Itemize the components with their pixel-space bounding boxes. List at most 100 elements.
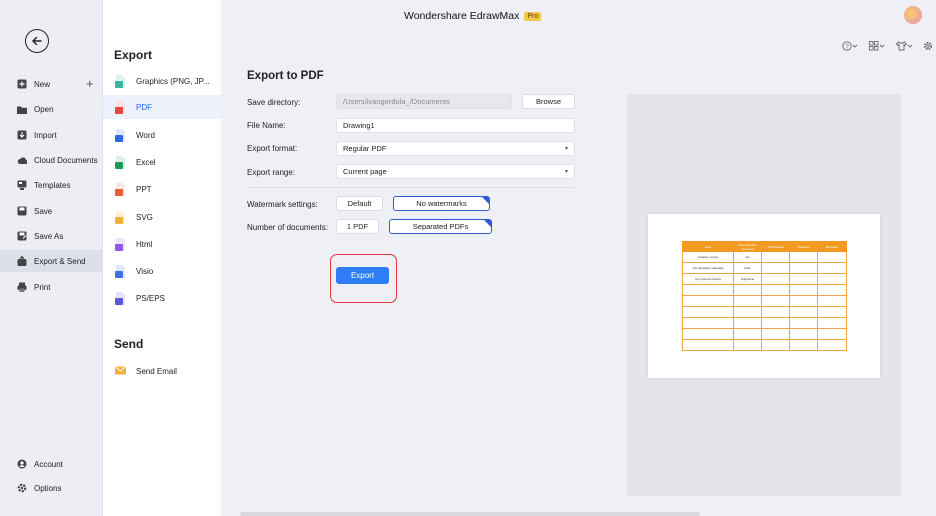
preview-table: Task Team Member Assigned Task Started Dead… bbox=[682, 241, 847, 351]
table-cell bbox=[682, 306, 734, 318]
sidebar-item-label: New bbox=[34, 79, 51, 89]
sidebar-item-options[interactable]: Options bbox=[0, 477, 103, 499]
export-icon bbox=[17, 256, 27, 266]
sidebar-item-cloud-documents[interactable]: Cloud Documents bbox=[0, 149, 103, 171]
gear-icon bbox=[17, 483, 27, 493]
format-item-send-email[interactable]: Send Email bbox=[103, 359, 221, 383]
format-label: Html bbox=[136, 239, 153, 249]
sidebar-item-save-as[interactable]: Save As bbox=[0, 225, 103, 247]
table-cell bbox=[733, 306, 762, 318]
page-title: Export to PDF bbox=[247, 70, 324, 82]
table-row bbox=[682, 317, 847, 329]
table-header-cell: Deadline bbox=[789, 241, 818, 252]
format-item-svg[interactable]: SVG bbox=[103, 205, 221, 229]
format-item-visio[interactable]: Visio bbox=[103, 259, 221, 283]
no-watermarks-label: No watermarks bbox=[416, 199, 467, 208]
export-button[interactable]: Export bbox=[336, 267, 389, 284]
sidebar-item-export-send[interactable]: Export & Send bbox=[0, 250, 103, 272]
browse-button[interactable]: Browse bbox=[522, 94, 575, 109]
export-format-select[interactable]: Regular PDF ▾ bbox=[336, 141, 575, 156]
save-directory-value: /Users/ivangordola_/Documents bbox=[343, 97, 450, 106]
file-name-input[interactable]: Drawing1 bbox=[336, 118, 575, 133]
shirt-icon[interactable] bbox=[895, 41, 913, 54]
table-header-cell: Task Started bbox=[761, 241, 790, 252]
sidebar-item-label: Cloud Documents bbox=[34, 155, 98, 165]
back-button[interactable] bbox=[25, 29, 49, 53]
sidebar-item-save[interactable]: Save bbox=[0, 200, 103, 222]
table-cell bbox=[761, 262, 790, 274]
table-row bbox=[682, 284, 847, 296]
chevron-down-icon: ▾ bbox=[564, 169, 568, 175]
table-cell bbox=[817, 284, 847, 296]
separated-pdfs-label: Separated PDFs bbox=[412, 222, 469, 231]
table-row: Creative survey Jon bbox=[682, 251, 847, 263]
table-cell bbox=[817, 273, 847, 285]
sidebar-item-new[interactable]: New bbox=[0, 73, 103, 95]
sidebar-item-templates[interactable]: Templates bbox=[0, 174, 103, 196]
export-format-label: Export format: bbox=[247, 144, 298, 153]
sidebar-item-label: Save bbox=[34, 206, 53, 216]
table-cell: On-ground projects bbox=[682, 273, 734, 285]
table-header-cell: Task bbox=[682, 241, 734, 252]
table-cell bbox=[789, 295, 818, 307]
save-directory-field: /Users/ivangordola_/Documents bbox=[336, 94, 512, 109]
format-item-ps-eps[interactable]: PS/EPS bbox=[103, 286, 221, 310]
table-cell bbox=[817, 251, 847, 263]
templates-icon bbox=[17, 180, 27, 190]
sidebar-item-account[interactable]: Account bbox=[0, 453, 103, 475]
no-watermarks-option[interactable]: No watermarks bbox=[393, 196, 490, 211]
table-cell bbox=[789, 306, 818, 318]
format-label: PDF bbox=[136, 102, 152, 112]
table-cell bbox=[733, 295, 762, 307]
help-icon[interactable]: ? bbox=[842, 41, 858, 54]
format-item-html[interactable]: Html bbox=[103, 232, 221, 256]
table-cell bbox=[817, 262, 847, 274]
format-item-ppt[interactable]: PPT bbox=[103, 177, 221, 201]
new-icon bbox=[17, 79, 27, 89]
table-cell bbox=[789, 273, 818, 285]
table-cell bbox=[789, 317, 818, 329]
table-cell bbox=[789, 328, 818, 340]
table-cell bbox=[733, 339, 762, 351]
sidebar-item-print[interactable]: Print bbox=[0, 276, 103, 298]
top-toolbar: ? bbox=[842, 41, 933, 54]
table-cell bbox=[817, 328, 847, 340]
export-range-select[interactable]: Current page ▾ bbox=[336, 164, 575, 179]
settings-icon[interactable] bbox=[923, 41, 933, 54]
sidebar-item-label: Open bbox=[34, 104, 54, 114]
table-cell bbox=[817, 317, 847, 329]
format-item-excel[interactable]: Excel bbox=[103, 150, 221, 174]
table-cell bbox=[682, 295, 734, 307]
table-cell bbox=[682, 317, 734, 329]
sidebar-item-open[interactable]: Open bbox=[0, 98, 103, 120]
bottom-scrollbar[interactable] bbox=[240, 512, 700, 516]
watermark-label: Watermark settings: bbox=[247, 200, 318, 209]
avatar[interactable] bbox=[904, 6, 922, 24]
format-item-graphics[interactable]: Graphics (PNG, JP... bbox=[103, 69, 221, 93]
table-cell bbox=[817, 295, 847, 307]
sidebar-item-import[interactable]: Import bbox=[0, 124, 103, 146]
chevron-down-icon: ▾ bbox=[564, 146, 568, 152]
excel-file-icon bbox=[115, 155, 126, 169]
sidebar-item-label: Print bbox=[34, 282, 51, 292]
one-pdf-option[interactable]: 1 PDF bbox=[336, 219, 379, 234]
format-item-pdf[interactable]: PDF bbox=[103, 95, 221, 119]
sidebar: + New Open Import Cloud Documents Templa… bbox=[0, 0, 103, 516]
table-cell bbox=[789, 262, 818, 274]
file-name-value: Drawing1 bbox=[343, 121, 375, 130]
table-cell bbox=[761, 251, 790, 263]
export-range-value: Current page bbox=[343, 167, 387, 176]
sidebar-item-label: Templates bbox=[34, 180, 71, 190]
grid-icon[interactable] bbox=[869, 41, 885, 54]
print-icon bbox=[17, 282, 27, 292]
file-name-label: File Name: bbox=[247, 121, 286, 130]
separated-pdfs-option[interactable]: Separated PDFs bbox=[389, 219, 492, 234]
format-label: PPT bbox=[136, 184, 152, 194]
format-item-word[interactable]: Word bbox=[103, 123, 221, 147]
table-cell bbox=[761, 317, 790, 329]
table-row: On-ground projects Augustine bbox=[682, 273, 847, 285]
watermark-default-option[interactable]: Default bbox=[336, 196, 383, 211]
save-directory-label: Save directory: bbox=[247, 98, 301, 107]
ppt-file-icon bbox=[115, 182, 126, 196]
visio-file-icon bbox=[115, 264, 126, 278]
